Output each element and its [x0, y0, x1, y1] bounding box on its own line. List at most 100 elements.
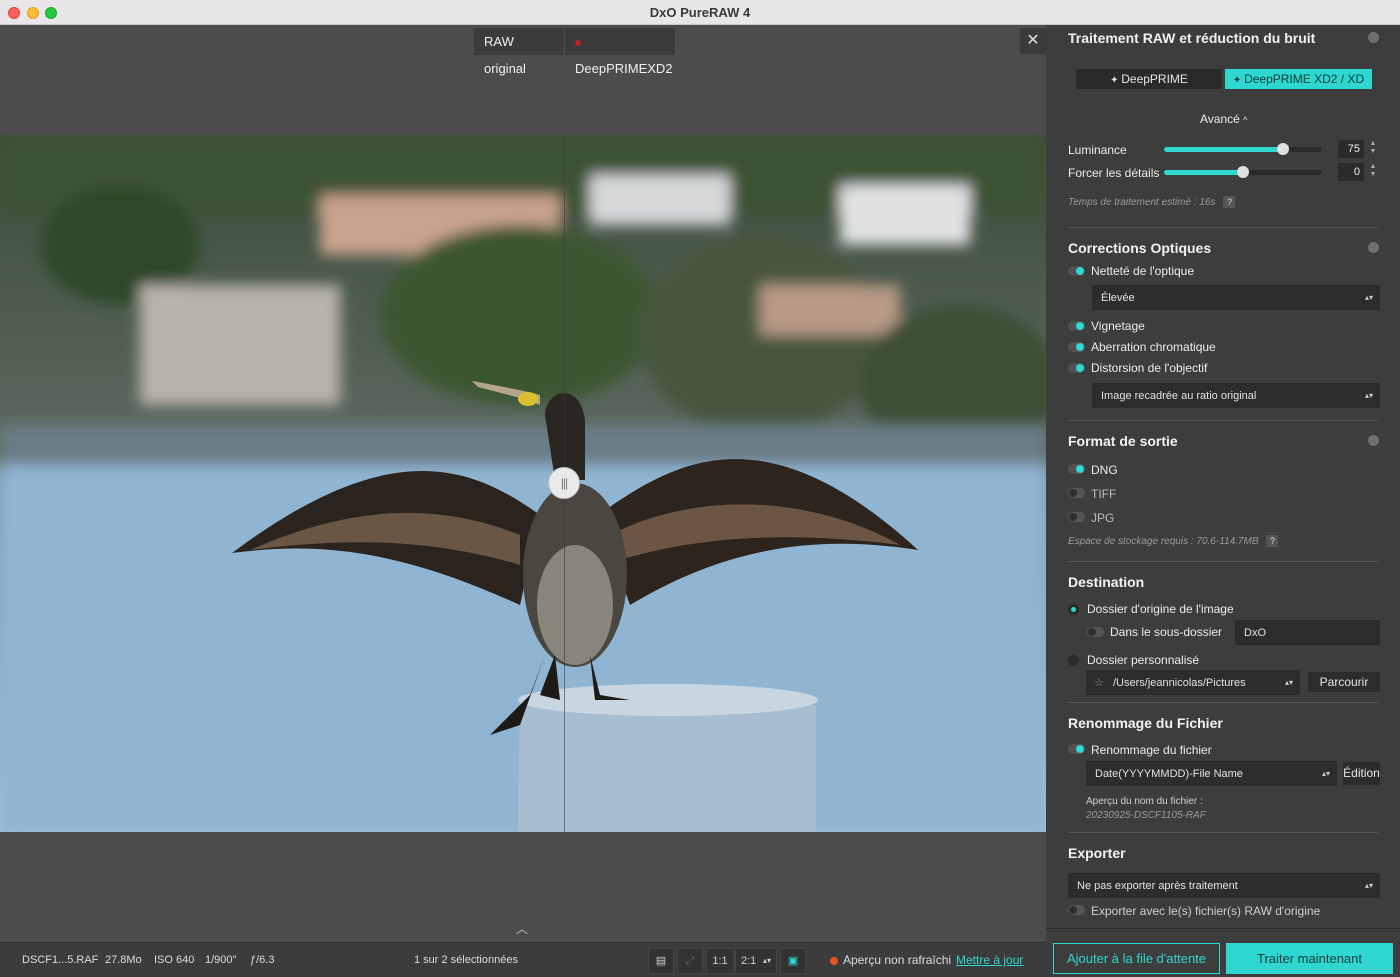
title-bar: DxO PureRAW 4: [0, 0, 1400, 25]
edit-pattern-button[interactable]: Édition: [1343, 762, 1380, 785]
details-slider-fill: [1164, 170, 1243, 175]
chromatic-label: Aberration chromatique: [1091, 340, 1216, 354]
close-icon[interactable]: ✕: [1020, 28, 1046, 54]
window-title: DxO PureRAW 4: [649, 5, 751, 20]
custom-folder-label: Dossier personnalisé: [1087, 653, 1200, 667]
divider: [1046, 928, 1400, 929]
jpg-toggle[interactable]: [1068, 512, 1085, 522]
vignetting-toggle[interactable]: [1068, 321, 1085, 331]
subfolder-toggle[interactable]: [1087, 627, 1104, 637]
stepper-icon: ▴▾: [1364, 391, 1373, 400]
processed-preview-tab[interactable]: DeepPRIMEXD2: [565, 28, 675, 76]
split-drag-handle[interactable]: |||: [548, 467, 580, 499]
stepper-icon: ▴▾: [762, 956, 771, 965]
sharpness-level-value: Élevée: [1101, 292, 1135, 304]
chevron-up-icon[interactable]: ︿: [516, 920, 528, 937]
preview-warning-text: Aperçu non rafraîchi: [843, 953, 952, 967]
deepprime-xd2-button-label: DeepPRIME XD2 / XD: [1244, 72, 1365, 86]
details-stepper[interactable]: ▲ ▼: [1368, 163, 1378, 181]
divider: [1068, 832, 1378, 833]
zoom-1to1-button[interactable]: 1:1: [706, 948, 734, 974]
processing-time-note: Temps de traitement estimé : 16s?: [1068, 196, 1236, 208]
luminance-slider-knob[interactable]: [1277, 143, 1289, 155]
stepper-icon: ▴▾: [1321, 769, 1330, 778]
sharpness-level-select[interactable]: Élevée ▴▾: [1092, 285, 1380, 310]
section-reset-icon[interactable]: [1368, 32, 1379, 43]
luminance-slider[interactable]: [1164, 143, 1322, 155]
output-section-title: Format de sortie: [1068, 433, 1178, 449]
stepper-icon: ▴▾: [1284, 678, 1293, 687]
origin-folder-radio[interactable]: [1068, 604, 1079, 615]
divider: [1068, 227, 1378, 228]
add-to-queue-button[interactable]: Ajouter à la file d'attente: [1053, 943, 1220, 974]
deepprime-xd2-button[interactable]: ✦ DeepPRIME XD2 / XD: [1225, 69, 1372, 89]
storage-note-text: Espace de stockage requis : 70.6-114.7MB: [1068, 536, 1259, 547]
export-section-title: Exporter: [1068, 845, 1126, 861]
file-name: DSCF1...5.RAF: [22, 954, 99, 966]
filename-preview-value: 20230925-DSCF1105-RAF: [1086, 810, 1206, 821]
photo-preview[interactable]: |||: [0, 135, 1046, 832]
sharpness-toggle[interactable]: [1068, 266, 1085, 276]
dng-label: DNG: [1091, 463, 1118, 477]
advanced-toggle[interactable]: Avancé ^: [1200, 112, 1247, 126]
stepper-icon: ▴▾: [1364, 881, 1373, 890]
export-raw-toggle[interactable]: [1068, 905, 1085, 915]
zoom-select-value: 2:1: [741, 955, 757, 967]
iso-value: ISO 640: [154, 954, 195, 966]
distortion-mode-select[interactable]: Image recadrée au ratio original ▴▾: [1092, 383, 1380, 408]
tiff-toggle[interactable]: [1068, 488, 1085, 498]
aperture-value: ƒ/6.3: [250, 954, 275, 966]
details-slider-knob[interactable]: [1237, 166, 1249, 178]
fit-view-icon[interactable]: ⤢: [677, 948, 703, 974]
luminance-value[interactable]: 75: [1338, 140, 1364, 158]
sparkle-icon: ✦: [1232, 75, 1245, 86]
custom-path-select[interactable]: ☆ /Users/jeannicolas/Pictures ▴▾: [1086, 670, 1300, 695]
red-dot-icon: [575, 39, 581, 46]
luminance-stepper[interactable]: ▲ ▼: [1368, 140, 1378, 158]
compare-view-icon[interactable]: ▤: [648, 948, 674, 974]
subfolder-input[interactable]: DxO: [1235, 620, 1380, 645]
status-bar: DSCF1...5.RAF 27.8Mo ISO 640 1/900" ƒ/6.…: [0, 942, 1046, 977]
storage-note: Espace de stockage requis : 70.6-114.7MB…: [1068, 535, 1279, 547]
export-mode-select[interactable]: Ne pas exporter après traitement ▴▾: [1068, 873, 1380, 898]
rename-toggle[interactable]: [1068, 744, 1085, 754]
deepprime-button[interactable]: ✦ DeepPRIME: [1076, 69, 1222, 89]
tiff-label: TIFF: [1091, 487, 1117, 501]
warning-dot-icon: [830, 957, 838, 965]
custom-folder-radio[interactable]: [1068, 655, 1079, 666]
details-value[interactable]: 0: [1338, 163, 1364, 181]
details-slider[interactable]: [1164, 166, 1322, 178]
chromatic-toggle[interactable]: [1068, 342, 1085, 352]
subfolder-label: Dans le sous-dossier: [1110, 625, 1223, 639]
raw-section-title: Traitement RAW et réduction du bruit: [1068, 30, 1316, 46]
origin-folder-label: Dossier d'origine de l'image: [1087, 602, 1234, 616]
rename-label: Renommage du fichier: [1091, 743, 1212, 757]
section-reset-icon[interactable]: [1368, 242, 1379, 253]
selection-count: 1 sur 2 sélectionnées: [414, 954, 518, 966]
rename-pattern-select[interactable]: Date(YYYYMMDD)-File Name ▴▾: [1086, 761, 1337, 786]
rename-pattern-value: Date(YYYYMMDD)-File Name: [1095, 768, 1243, 780]
zoom-select[interactable]: 2:1 ▴▾: [735, 948, 777, 974]
browse-button[interactable]: Parcourir: [1308, 672, 1380, 692]
advanced-label: Avancé: [1200, 112, 1240, 126]
process-now-button[interactable]: Traiter maintenant: [1226, 943, 1393, 974]
preview-warning: Aperçu non rafraîchi: [830, 953, 951, 967]
distortion-toggle[interactable]: [1068, 363, 1085, 373]
sparkle-icon: ✦: [1110, 75, 1122, 86]
rename-section-title: Renommage du Fichier: [1068, 715, 1223, 731]
export-mode-value: Ne pas exporter après traitement: [1077, 880, 1238, 892]
distortion-label: Distorsion de l'objectif: [1091, 361, 1208, 375]
section-reset-icon[interactable]: [1368, 435, 1379, 446]
raw-original-tab[interactable]: RAW original: [474, 28, 564, 76]
image-view-icon[interactable]: ▣: [780, 948, 806, 974]
star-icon[interactable]: ☆: [1094, 671, 1104, 695]
divider: [1068, 702, 1378, 703]
help-icon[interactable]: ?: [1266, 535, 1279, 547]
update-preview-link[interactable]: Mettre à jour: [956, 953, 1023, 967]
deepprime-button-label: DeepPRIME: [1121, 72, 1188, 86]
dng-toggle[interactable]: [1068, 464, 1085, 474]
shutter-value: 1/900": [205, 954, 237, 966]
custom-path-value: /Users/jeannicolas/Pictures: [1113, 677, 1246, 689]
destination-section-title: Destination: [1068, 574, 1145, 590]
help-icon[interactable]: ?: [1223, 196, 1236, 208]
